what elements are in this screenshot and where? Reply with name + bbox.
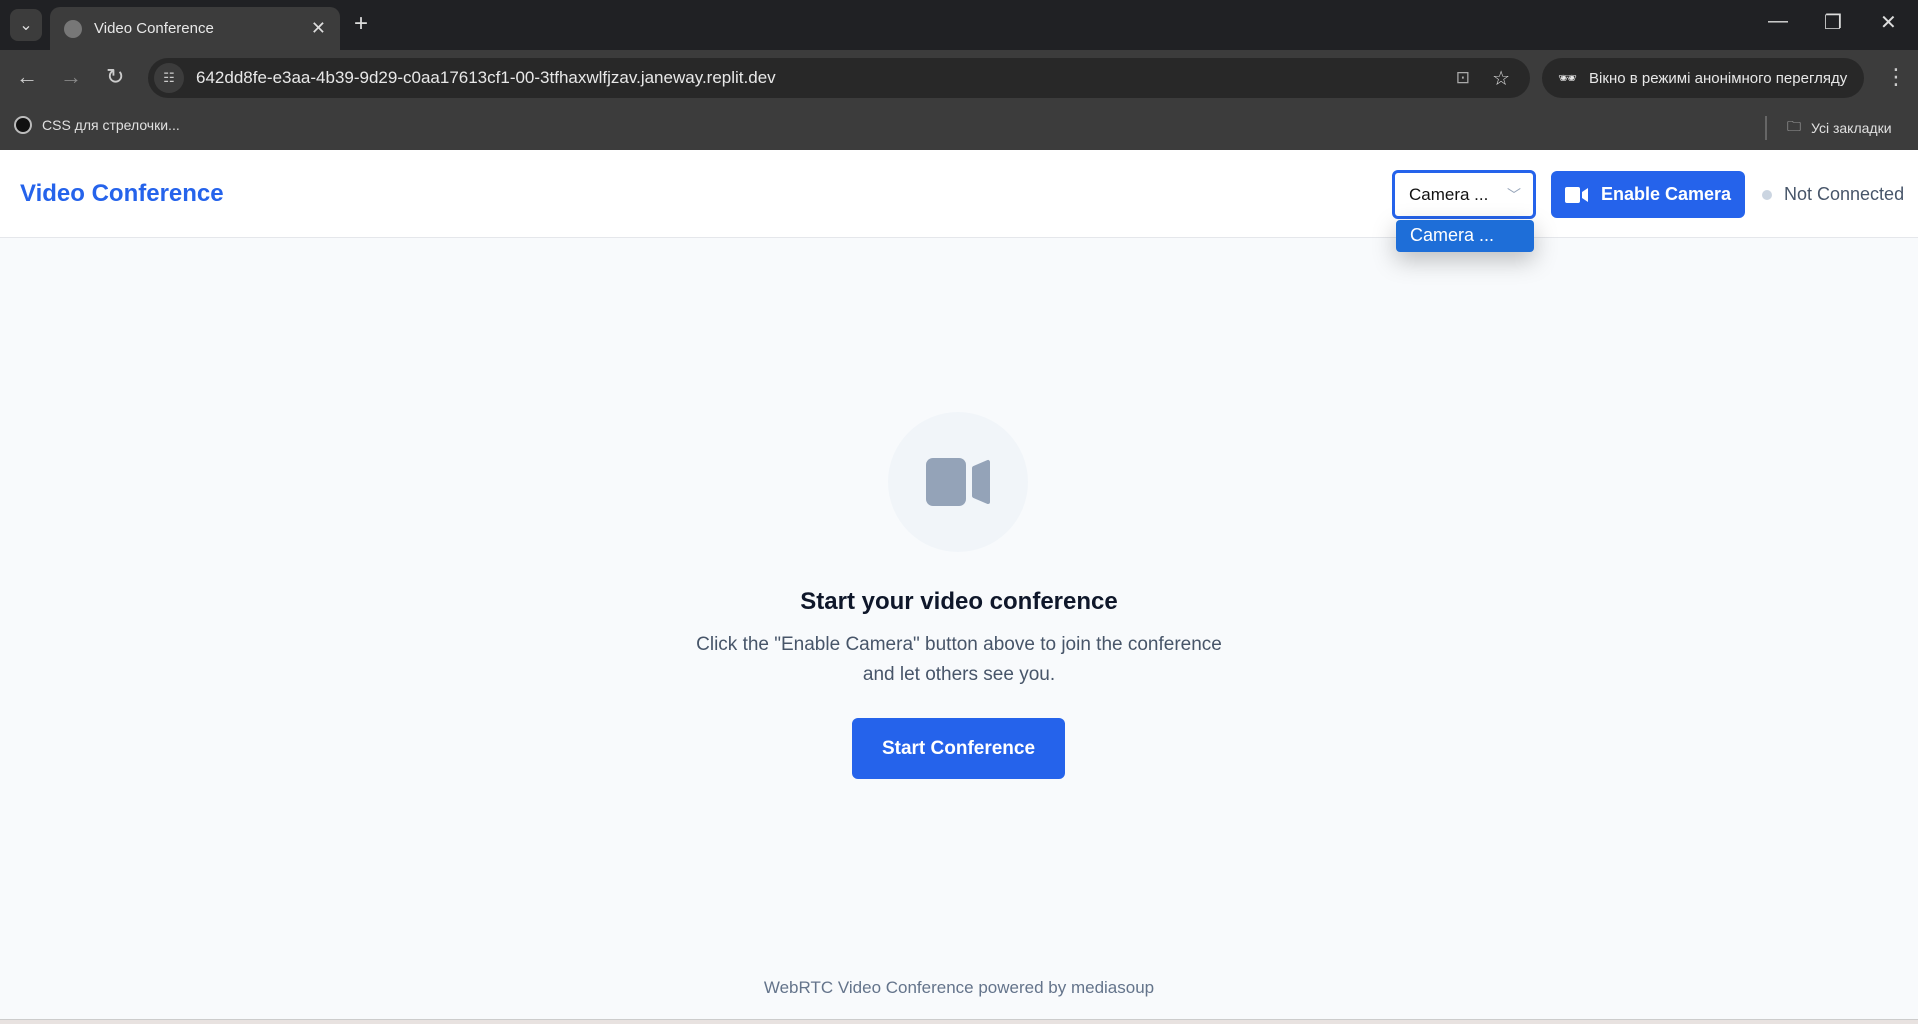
footer-text: WebRTC Video Conference powered by media… <box>763 978 1155 997</box>
browser-tab[interactable]: Video Conference ✕ <box>50 7 340 50</box>
bookmark-item[interactable]: CSS для стрелочки... <box>14 116 180 134</box>
menu-icon[interactable]: ⋮ <box>1885 64 1907 90</box>
chevron-down-icon: ﹀ <box>1507 187 1521 203</box>
browser-tab-bar: ⌄ Video Conference ✕ + — ❐ ✕ <box>0 0 1918 50</box>
enable-camera-label: Enable Camera <box>1600 184 1732 204</box>
address-bar[interactable]: ☷ 642dd8fe-e3aa-4b39-9d29-c0aa17613cf1-0… <box>148 58 1530 98</box>
enable-camera-button[interactable]: Enable Camera <box>1551 171 1745 218</box>
connection-status: Not Connected <box>1762 184 1904 205</box>
new-tab-button[interactable]: + <box>354 10 368 38</box>
openai-icon <box>14 116 32 134</box>
app-header: Video Conference Camera ... ﹀ Enable Cam… <box>0 150 1918 238</box>
empty-state-heading: Start your video conference <box>800 588 1118 615</box>
start-conference-button[interactable]: Start Conference <box>852 718 1065 779</box>
close-tab-icon[interactable]: ✕ <box>311 18 326 39</box>
globe-icon <box>64 19 82 38</box>
restore-icon[interactable]: ❐ <box>1824 10 1842 35</box>
camera-option[interactable]: Camera ... <box>1396 220 1534 252</box>
bookmark-label: CSS для стрелочки... <box>42 117 180 133</box>
site-settings-icon[interactable]: ☷ <box>154 63 184 93</box>
video-placeholder <box>888 412 1028 552</box>
incognito-label: Вікно в режимі анонімного перегляду <box>1589 69 1848 87</box>
translate-icon[interactable]: ⊡ <box>1456 68 1470 88</box>
close-window-icon[interactable]: ✕ <box>1880 10 1897 35</box>
all-bookmarks-label: Усі закладки <box>1811 120 1892 136</box>
incognito-icon: 🕶 <box>1558 70 1578 87</box>
camera-select[interactable]: Camera ... ﹀ <box>1392 170 1536 219</box>
status-text: Not Connected <box>1784 184 1905 204</box>
url-text: 642dd8fe-e3aa-4b39-9d29-c0aa17613cf1-00-… <box>196 68 776 87</box>
forward-icon[interactable]: → <box>60 64 82 90</box>
browser-toolbar: ← → ↻ ☷ 642dd8fe-e3aa-4b39-9d29-c0aa1761… <box>0 50 1918 104</box>
video-camera-icon <box>1564 186 1588 203</box>
reload-icon[interactable]: ↻ <box>106 64 124 90</box>
bookmarks-bar: CSS для стрелочки... 🗀 Усі закладки <box>0 104 1918 150</box>
app-title: Video Conference <box>20 180 224 207</box>
window-bottom-edge <box>0 1019 1918 1024</box>
incognito-badge[interactable]: 🕶 Вікно в режимі анонімного перегляду <box>1542 58 1864 98</box>
tab-title: Video Conference <box>94 20 214 37</box>
minimize-icon[interactable]: — <box>1768 10 1788 33</box>
video-camera-icon <box>926 458 990 506</box>
all-bookmarks-button[interactable]: 🗀 Усі закладки <box>1765 116 1892 140</box>
back-icon[interactable]: ← <box>16 64 38 90</box>
tab-search-button[interactable]: ⌄ <box>10 9 42 41</box>
empty-state-text: Click the "Enable Camera" button above t… <box>0 630 1918 690</box>
text-line: Click the "Enable Camera" button above t… <box>696 634 1222 655</box>
status-dot <box>1762 189 1772 200</box>
star-icon[interactable]: ☆ <box>1492 66 1510 91</box>
camera-select-value: Camera ... <box>1409 184 1489 204</box>
text-line: and let others see you. <box>862 664 1056 685</box>
folder-icon: 🗀 <box>1787 118 1801 134</box>
